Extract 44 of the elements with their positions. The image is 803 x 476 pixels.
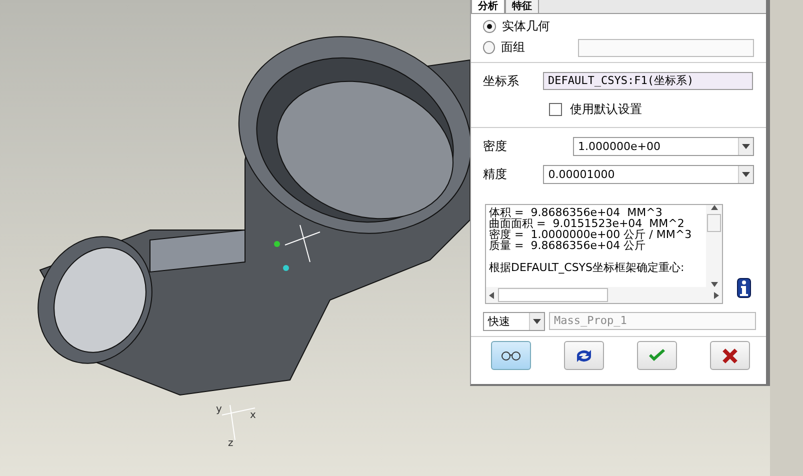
axis-label: x: [250, 410, 256, 421]
cancel-button[interactable]: [710, 341, 750, 370]
info-icon[interactable]: [737, 278, 751, 298]
radio-label: 面组: [500, 39, 526, 56]
checkmark-icon: [648, 348, 666, 362]
dropdown-icon: [742, 172, 750, 176]
close-icon: [722, 348, 738, 364]
preview-button[interactable]: [491, 341, 531, 370]
axis-label: z: [228, 438, 234, 449]
vertical-scrollbar[interactable]: [706, 205, 722, 287]
horizontal-scrollbar[interactable]: [486, 287, 722, 303]
csys-label: 坐标系: [483, 72, 520, 90]
checkbox-label: 使用默认设置: [570, 100, 642, 118]
left-arrow-icon[interactable]: [489, 292, 494, 298]
dropdown-icon: [533, 318, 541, 324]
right-arrow-icon[interactable]: [714, 292, 719, 298]
quilt-field[interactable]: [578, 38, 754, 56]
accuracy-combo[interactable]: 0.00001000: [543, 164, 754, 184]
scroll-thumb[interactable]: [498, 288, 608, 302]
density-label: 密度: [483, 138, 508, 154]
result-line: 密度 = 1.0000000e+00 公斤 / MM^3: [489, 229, 693, 240]
repeat-button[interactable]: [564, 341, 604, 370]
scroll-thumb[interactable]: [707, 214, 721, 232]
result-line: 曲面面积 = 9.0151523e+04 MM^2: [489, 218, 684, 229]
radio-label: 实体几何: [502, 18, 551, 35]
result-note: 根据DEFAULT_CSYS坐标框架确定重心:: [489, 262, 686, 273]
tab[interactable]: 分析: [471, 0, 505, 14]
cycle-arrows-icon: [574, 348, 594, 364]
axis-label: y: [216, 404, 222, 415]
radio-button[interactable]: [483, 20, 496, 33]
dropdown-icon: [742, 144, 750, 148]
down-arrow-icon[interactable]: [710, 282, 718, 287]
tab[interactable]: 特征: [505, 0, 539, 14]
checkbox[interactable]: [549, 102, 562, 116]
ok-button[interactable]: [637, 341, 677, 370]
up-arrow-icon[interactable]: [710, 205, 718, 210]
mode-combo[interactable]: 快速: [483, 312, 545, 330]
result-line: 体积 = 9.8686356e+04 MM^3: [489, 207, 662, 218]
radio-button[interactable]: [483, 41, 495, 54]
result-line: 质量 = 9.8686356e+04 公斤: [489, 240, 647, 251]
accuracy-label: 精度: [483, 166, 508, 182]
density-combo[interactable]: 1.000000e+00: [573, 136, 754, 156]
glasses-icon: [500, 350, 522, 360]
csys-field[interactable]: DEFAULT_CSYS:F1(坐标系): [543, 72, 753, 90]
